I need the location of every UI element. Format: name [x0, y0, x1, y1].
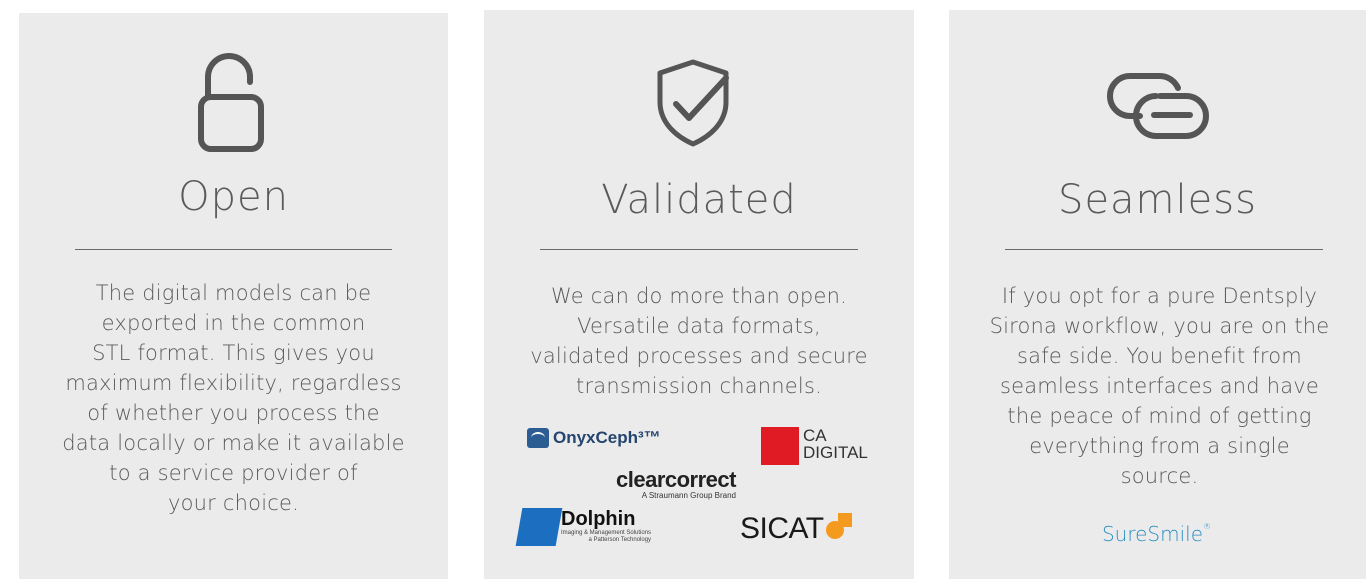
ca-digital-red-square-icon — [761, 427, 799, 465]
card-title-validated: Validated — [601, 177, 797, 223]
ca-digital-logo: CA DIGITAL — [761, 427, 868, 465]
unlocked-padlock-icon — [198, 53, 264, 152]
body-line: of whether you process the — [87, 401, 380, 425]
suresmile-logo: SureSmile® — [949, 522, 1364, 546]
dolphin-logo: Dolphin Imaging & Management Solutions a… — [515, 508, 652, 546]
clearcorrect-logo: clearcorrect A Straumann Group Brand — [616, 467, 736, 501]
ca-digital-line2: DIGITAL — [803, 443, 868, 462]
feature-card-seamless: Seamless If you opt for a pure Dentsply … — [949, 10, 1366, 579]
card-body-open: The digital models can be exported in th… — [37, 278, 430, 518]
card-body-validated: We can do more than open. Versatile data… — [502, 281, 896, 401]
title-divider — [540, 249, 858, 250]
feature-card-open: Open The digital models can be exported … — [19, 13, 448, 579]
clearcorrect-wordmark: clearcorrect — [616, 467, 736, 492]
body-line: validated processes and secure — [530, 344, 868, 368]
body-line: your choice. — [168, 491, 299, 515]
body-line: seamless interfaces and have — [999, 374, 1320, 398]
shield-check-icon — [657, 59, 729, 147]
body-line: Sirona workflow, you are on the — [989, 314, 1330, 338]
sicat-logo: SICAT — [740, 512, 852, 546]
dolphin-mark-icon — [515, 508, 563, 546]
body-line: maximum flexibility, regardless — [65, 371, 402, 395]
onyxceph-mark-icon — [527, 428, 549, 448]
card-body-seamless: If you opt for a pure Dentsply Sirona wo… — [955, 281, 1364, 491]
body-line: Versatile data formats, — [577, 314, 821, 338]
title-divider — [1005, 249, 1323, 250]
body-line: safe side. You benefit from — [1017, 344, 1302, 368]
onyxceph-wordmark: OnyxCeph³™ — [553, 428, 661, 447]
body-line: data locally or make it available — [62, 431, 405, 455]
body-line: everything from a single — [1029, 434, 1290, 458]
body-line: We can do more than open. — [551, 284, 847, 308]
body-line: exported in the common — [101, 311, 366, 335]
sicat-wordmark: SICAT — [740, 512, 824, 545]
body-line: the peace of mind of getting — [1007, 404, 1312, 428]
onyxceph-logo: OnyxCeph³™ — [527, 428, 661, 448]
body-line: source. — [1120, 464, 1199, 488]
body-line: The digital models can be — [95, 281, 372, 305]
body-line: STL format. This gives you — [92, 341, 375, 365]
card-title-seamless: Seamless — [1058, 177, 1257, 223]
linked-loops-icon — [1107, 73, 1209, 139]
body-line: transmission channels. — [576, 374, 822, 398]
dolphin-subtitle: Imaging & Management Solutions — [561, 530, 652, 536]
suresmile-wordmark: SureSmile — [1101, 522, 1204, 546]
clearcorrect-tagline: A Straumann Group Brand — [641, 491, 736, 500]
body-line: If you opt for a pure Dentsply — [1001, 284, 1318, 308]
registered-mark: ® — [1203, 522, 1212, 531]
dolphin-wordmark: Dolphin — [561, 508, 636, 530]
sicat-mark-icon — [825, 513, 852, 539]
title-divider — [75, 249, 392, 250]
body-line: to a service provider of — [109, 461, 358, 485]
dolphin-subtitle-2: a Patterson Technology — [588, 537, 652, 543]
ca-digital-line1: CA — [803, 426, 827, 445]
card-title-open: Open — [178, 174, 289, 220]
